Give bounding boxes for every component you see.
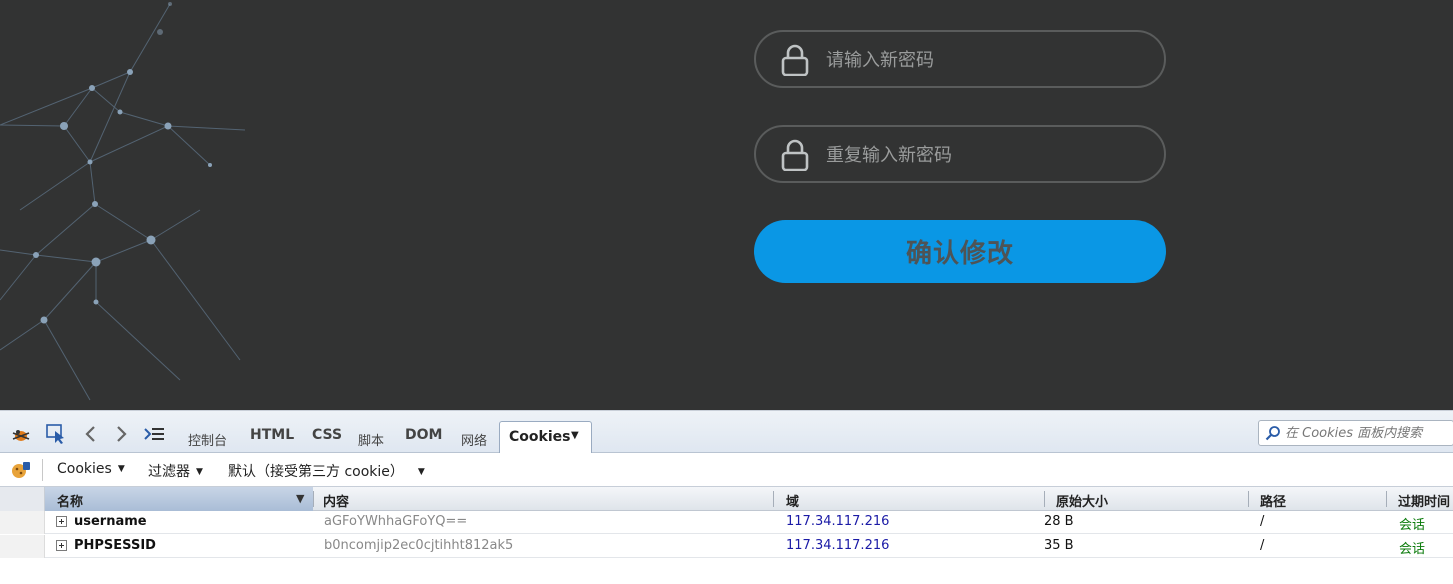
cookie-policy-menu-button[interactable]: 默认（接受第三方 cookie） ▼ <box>228 461 425 481</box>
network-background-graphic <box>0 2 246 401</box>
row-gutter <box>0 511 45 534</box>
cookies-search-input[interactable] <box>1285 424 1450 442</box>
column-divider[interactable] <box>1248 491 1249 507</box>
new-password-input[interactable] <box>826 42 1146 78</box>
tab-network[interactable]: 网络 <box>461 430 487 452</box>
table-header: 名称 ▼ 内容 域 原始大小 路径 过期时间 <box>0 487 1453 511</box>
command-line-icon[interactable] <box>143 423 165 445</box>
forward-icon[interactable] <box>110 423 132 445</box>
cookie-domain: 117.34.117.216 <box>786 514 890 529</box>
cookies-table: 名称 ▼ 内容 域 原始大小 路径 过期时间 username aGFoYWhh… <box>0 487 1453 584</box>
table-row[interactable]: username aGFoYWhhaGFoYQ== 117.34.117.216… <box>0 511 1453 534</box>
filter-menu-button[interactable]: 过滤器 ▼ <box>148 461 203 481</box>
column-name-sorted[interactable] <box>45 487 313 511</box>
row-gutter <box>0 535 45 558</box>
caret-down-icon: ▼ <box>196 467 203 477</box>
cookie-value: aGFoYWhhaGFoYQ== <box>324 514 468 529</box>
column-header-value[interactable]: 内容 <box>323 491 349 510</box>
column-divider[interactable] <box>773 491 774 507</box>
back-icon[interactable] <box>80 423 102 445</box>
sort-descending-icon: ▼ <box>296 492 305 505</box>
cookies-menu-button[interactable]: Cookies ▼ <box>57 461 125 477</box>
tab-script[interactable]: 脚本 <box>358 430 384 452</box>
confirm-change-button[interactable]: 确认修改 <box>754 220 1166 283</box>
cookie-policy-label: 默认（接受第三方 cookie） <box>228 464 404 480</box>
column-divider[interactable] <box>1044 491 1045 507</box>
caret-down-icon: ▼ <box>117 464 125 474</box>
column-divider[interactable] <box>1386 491 1387 507</box>
tab-dom[interactable]: DOM <box>405 427 442 449</box>
cookie-permissions-icon[interactable] <box>10 460 32 480</box>
cookie-path: / <box>1260 514 1265 529</box>
column-header-path[interactable]: 路径 <box>1260 491 1286 510</box>
caret-down-icon: ▼ <box>417 467 425 477</box>
devtools-tab-bar: 控制台 HTML CSS 脚本 DOM 网络 Cookies ▼ <box>0 411 1453 454</box>
tab-cookies[interactable]: Cookies ▼ <box>499 421 592 454</box>
toolbar-divider <box>42 459 43 481</box>
column-header-raw-size[interactable]: 原始大小 <box>1056 491 1108 510</box>
column-header-name[interactable]: 名称 <box>57 491 83 510</box>
row-gutter <box>0 487 45 511</box>
cookie-value: b0ncomjip2ec0cjtihht812ak5 <box>324 538 514 553</box>
search-icon <box>1265 426 1280 441</box>
filter-menu-label: 过滤器 <box>148 464 190 480</box>
column-divider[interactable] <box>313 491 314 507</box>
expand-plus-icon[interactable] <box>56 540 67 551</box>
cookie-path: / <box>1260 538 1265 553</box>
firebug-icon[interactable] <box>10 423 32 445</box>
cookies-toolbar: Cookies ▼ 过滤器 ▼ 默认（接受第三方 cookie） ▼ <box>0 453 1453 487</box>
new-password-field[interactable] <box>754 30 1166 88</box>
inspect-icon[interactable] <box>45 423 67 445</box>
firebug-devtools-panel: 控制台 HTML CSS 脚本 DOM 网络 Cookies ▼ Cookies… <box>0 410 1453 584</box>
cookies-search-box[interactable] <box>1258 420 1453 446</box>
cookie-expires: 会话 <box>1399 518 1426 533</box>
lock-icon <box>781 44 809 76</box>
login-page: 确认修改 <box>0 0 1453 410</box>
column-header-domain[interactable]: 域 <box>786 491 799 510</box>
tab-html[interactable]: HTML <box>250 427 294 449</box>
cookie-domain: 117.34.117.216 <box>786 538 890 553</box>
repeat-password-input[interactable] <box>826 137 1146 173</box>
cookie-expires: 会话 <box>1399 542 1426 557</box>
lock-icon <box>781 139 809 171</box>
cookie-size: 28 B <box>1044 514 1074 529</box>
tab-css[interactable]: CSS <box>312 427 342 449</box>
cookie-name: username <box>74 514 147 529</box>
cookies-menu-label: Cookies <box>57 461 112 477</box>
cookie-name: PHPSESSID <box>74 538 156 553</box>
column-header-expires[interactable]: 过期时间 <box>1398 491 1450 510</box>
chevron-down-icon: ▼ <box>571 430 579 441</box>
repeat-password-field[interactable] <box>754 125 1166 183</box>
table-row[interactable]: PHPSESSID b0ncomjip2ec0cjtihht812ak5 117… <box>0 535 1453 558</box>
cookie-size: 35 B <box>1044 538 1074 553</box>
tab-cookies-label: Cookies <box>509 429 571 445</box>
expand-plus-icon[interactable] <box>56 516 67 527</box>
tab-console[interactable]: 控制台 <box>188 430 227 452</box>
